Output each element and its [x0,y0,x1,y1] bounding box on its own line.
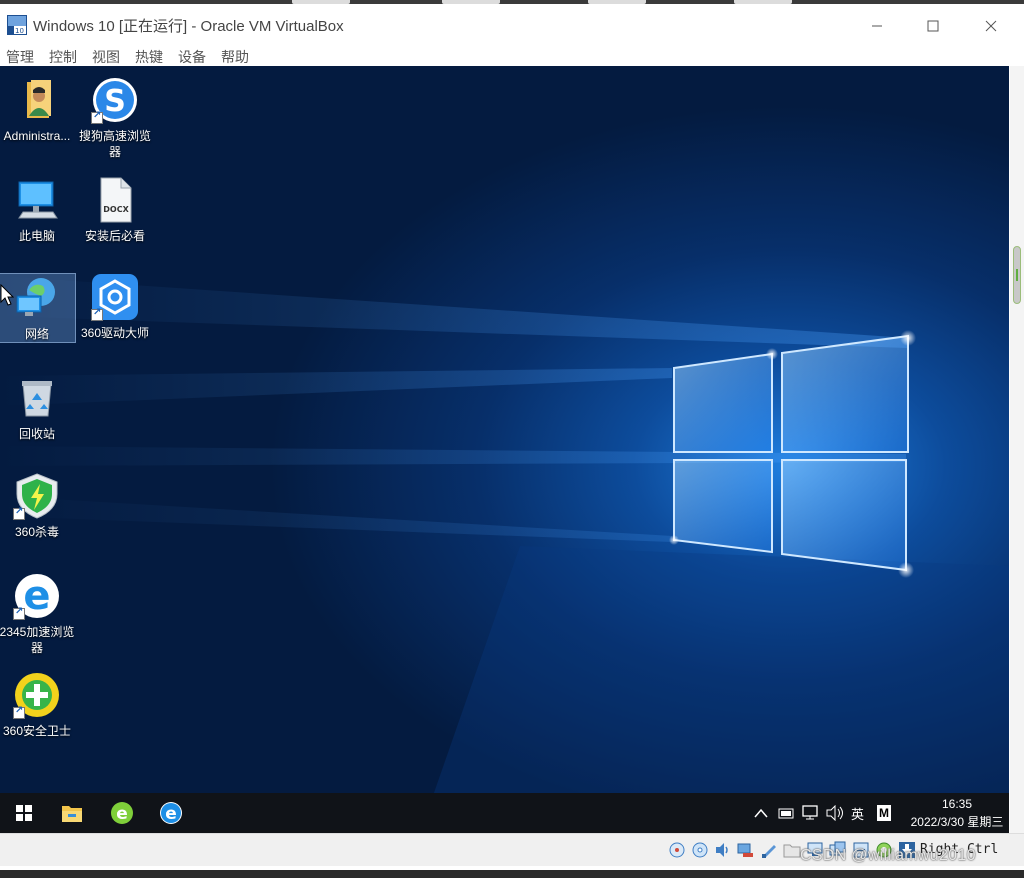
shortcut-arrow-icon [91,307,103,321]
svg-text:e: e [23,573,50,619]
desktop-icon-administrator[interactable]: Administra... [0,76,76,144]
desktop-icon-label: 回收站 [18,427,55,441]
sogou-browser-icon: S [91,76,139,124]
virtualbox-app-icon: 10 [7,15,27,35]
menu-help[interactable]: 帮助 [221,47,249,67]
desktop-icon-2345-browser[interactable]: e 2345加速浏览器 [0,572,76,656]
security-guard-icon [13,671,61,719]
ie-browser-icon: e [13,572,61,620]
user-folder-icon [27,80,51,118]
tray-input-language[interactable]: 英 [851,793,864,833]
menu-control[interactable]: 控制 [49,47,77,67]
menu-view[interactable]: 视图 [92,47,120,67]
tray-device[interactable] [778,793,794,833]
mouse-cursor-icon [0,284,14,306]
menu-devices[interactable]: 设备 [178,47,206,67]
title-bar[interactable]: 10 Windows 10 [正在运行] - Oracle VM Virtual… [0,4,1024,44]
taskbar-file-explorer[interactable] [48,793,96,833]
tray-show-hidden-icons[interactable] [754,793,768,833]
maximize-button[interactable] [904,10,962,42]
close-icon [985,20,997,32]
audio-icon[interactable] [714,841,732,859]
start-button[interactable] [0,793,48,833]
desktop-icon-label: 360驱动大师 [80,326,150,340]
desktop-icon-this-pc[interactable]: 此电脑 [0,176,76,244]
svg-text:e: e [116,804,128,824]
network-tray-icon [802,805,818,820]
file-explorer-icon [62,806,82,822]
ie-browser-icon: e [160,802,182,824]
shortcut-arrow-icon [13,705,25,719]
desktop-icon-label: 网络 [24,327,49,341]
green-browser-icon: e [111,802,133,824]
shortcut-arrow-icon [91,110,103,124]
hard-disk-icon[interactable] [668,841,686,859]
desktop-icon-label: Administra... [3,129,71,143]
host-background-bottom [0,870,1024,878]
minimize-button[interactable] [848,10,906,42]
shortcut-arrow-icon [13,606,25,620]
chevron-up-icon [754,808,768,818]
device-tray-icon [778,808,794,819]
recycle-bin-icon [22,381,52,417]
svg-text:e: e [165,804,177,824]
view-scrollbar[interactable] [1010,66,1024,833]
docx-file-icon: DOCX [100,177,132,223]
guest-desktop[interactable]: Administra... 此电脑 网络 回收站 ↗ 360杀毒 e ↗ 234… [0,66,1009,833]
desktop-icon-recycle-bin[interactable]: 回收站 [0,374,76,442]
taskbar-browser-blue[interactable]: e [147,793,195,833]
watermark-text: CSDN @williamwu2010 [800,847,976,864]
desktop-icon-sogou-browser[interactable]: S 搜狗高速浏览器 [76,76,154,160]
antivirus-shield-icon [13,472,61,520]
svg-text:10: 10 [15,27,24,35]
close-button[interactable] [962,10,1020,42]
shared-folder-icon[interactable] [783,841,801,859]
tray-volume[interactable] [826,793,844,833]
taskbar: e e 英 M 16:35 2022/3/30 星期三 [0,793,1009,833]
clock-time: 16:35 [941,797,973,811]
optical-drive-icon[interactable] [691,841,709,859]
taskbar-browser-green[interactable]: e [98,793,146,833]
svg-text:S: S [104,84,126,119]
usb-icon[interactable] [760,841,778,859]
desktop-icon-label: 安装后必看 [84,229,145,243]
status-bar: Right Ctrl CSDN @williamwu2010 [0,833,1024,866]
desktop-icon-360-security[interactable]: 360安全卫士 [0,671,76,739]
desktop-icon-install-guide[interactable]: DOCX 安装后必看 [76,176,154,244]
shortcut-arrow-icon [13,506,25,520]
computer-icon [18,181,58,219]
maximize-icon [927,20,939,32]
driver-master-icon [91,273,139,321]
desktop-icon-label: 此电脑 [18,229,55,243]
scrollbar-thumb[interactable] [1013,246,1021,304]
network-adapter-icon[interactable] [737,841,755,859]
desktop-icon-label: 2345加速浏览器 [0,625,75,655]
menu-manage[interactable]: 管理 [6,47,34,67]
taskbar-clock[interactable]: 16:35 2022/3/30 星期三 [905,795,1009,831]
desktop-icon-360-antivirus[interactable]: 360杀毒 [0,472,76,540]
desktop-icon-label: 360杀毒 [14,525,60,539]
network-icon [16,278,55,316]
window-title: Windows 10 [正在运行] - Oracle VM VirtualBox [33,18,344,35]
desktop-icon-360-driver-master[interactable]: 360驱动大师 [76,273,154,341]
windows-start-icon [16,805,32,821]
tray-network[interactable] [802,793,820,833]
speaker-icon [826,805,843,821]
menu-hotkey[interactable]: 热键 [135,47,163,67]
clock-date: 2022/3/30 星期三 [910,815,1004,829]
desktop-icon-label: 360安全卫士 [2,724,72,738]
docx-tag: DOCX [103,205,129,214]
desktop-icon-label: 搜狗高速浏览器 [78,129,151,159]
minimize-icon [872,25,882,27]
tray-ime-mode[interactable]: M [877,805,891,821]
